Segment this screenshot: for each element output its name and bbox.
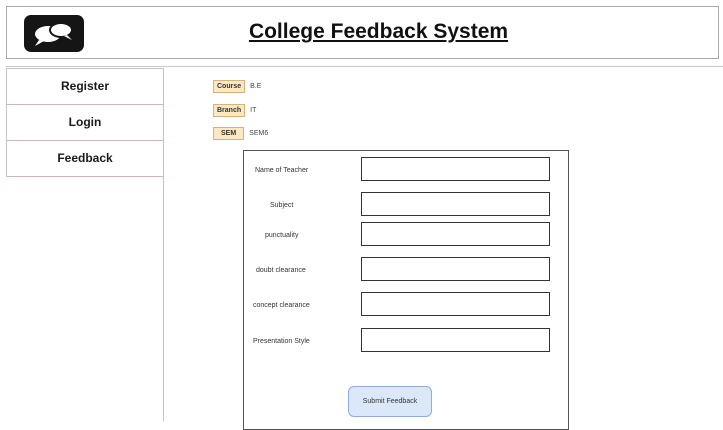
doubt-clearance-input[interactable]: [361, 257, 550, 281]
sem-value: SEM6: [249, 130, 269, 137]
presentation-style-label: Presentation Style: [253, 338, 310, 345]
punctuality-input[interactable]: [361, 222, 550, 246]
course-value: B.E: [250, 83, 262, 90]
sidebar-item-feedback[interactable]: Feedback: [6, 141, 163, 177]
course-row: Course B.E: [213, 80, 261, 93]
branch-row: Branch IT: [213, 104, 256, 117]
sidebar-item-login[interactable]: Login: [6, 105, 163, 141]
teacher-name-input[interactable]: [361, 157, 550, 181]
subject-input[interactable]: [361, 192, 550, 216]
branch-label: Branch: [213, 104, 246, 117]
doubt-clearance-label: doubt clearance: [256, 267, 306, 274]
header-divider: [6, 66, 723, 67]
sem-row: SEM SEM6: [213, 127, 268, 140]
subject-label: Subject: [270, 202, 294, 209]
sidebar-item-register[interactable]: Register: [6, 68, 163, 105]
app-header: College Feedback System: [6, 6, 719, 59]
course-label: Course: [213, 80, 246, 93]
concept-clearance-label: concept clearance: [253, 302, 310, 309]
sem-label: SEM: [213, 127, 245, 140]
branch-value: IT: [250, 107, 257, 114]
concept-clearance-input[interactable]: [361, 292, 550, 316]
teacher-name-label: Name of Teacher: [255, 167, 309, 174]
submit-feedback-button[interactable]: Submit Feedback: [348, 386, 432, 417]
sidebar: Register Login Feedback: [6, 68, 164, 421]
punctuality-label: punctuality: [265, 232, 299, 239]
page-title: College Feedback System: [248, 20, 509, 43]
presentation-style-input[interactable]: [361, 328, 550, 352]
feedback-form: Name of Teacher Subject punctuality doub…: [243, 150, 569, 430]
